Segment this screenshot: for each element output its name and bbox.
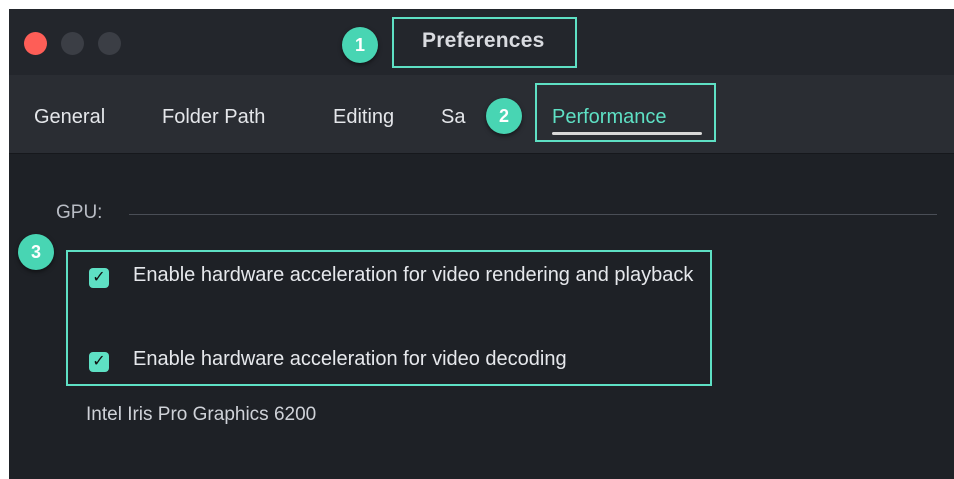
- maximize-window-button[interactable]: [98, 32, 121, 55]
- gpu-device-name: Intel Iris Pro Graphics 6200: [86, 404, 317, 425]
- close-window-button[interactable]: [24, 32, 47, 55]
- annotation-badge-1: 1: [342, 27, 378, 63]
- minimize-window-button[interactable]: [61, 32, 84, 55]
- tab-general[interactable]: General: [34, 106, 105, 129]
- preferences-window: Preferences General Folder Path Editing …: [9, 9, 954, 479]
- annotation-badge-2: 2: [486, 98, 522, 134]
- gpu-section-label: GPU:: [56, 202, 103, 223]
- tab-bar: General Folder Path Editing Sa Performan…: [9, 75, 954, 154]
- annotation-badge-3: 3: [18, 234, 54, 270]
- highlight-gpu-options: [66, 250, 712, 386]
- section-divider: [129, 214, 937, 215]
- tab-editing[interactable]: Editing: [333, 106, 394, 129]
- tab-save[interactable]: Sa: [441, 106, 465, 129]
- highlight-title: [392, 17, 577, 68]
- tab-folder-path[interactable]: Folder Path: [162, 106, 265, 129]
- highlight-performance-tab: [535, 83, 716, 142]
